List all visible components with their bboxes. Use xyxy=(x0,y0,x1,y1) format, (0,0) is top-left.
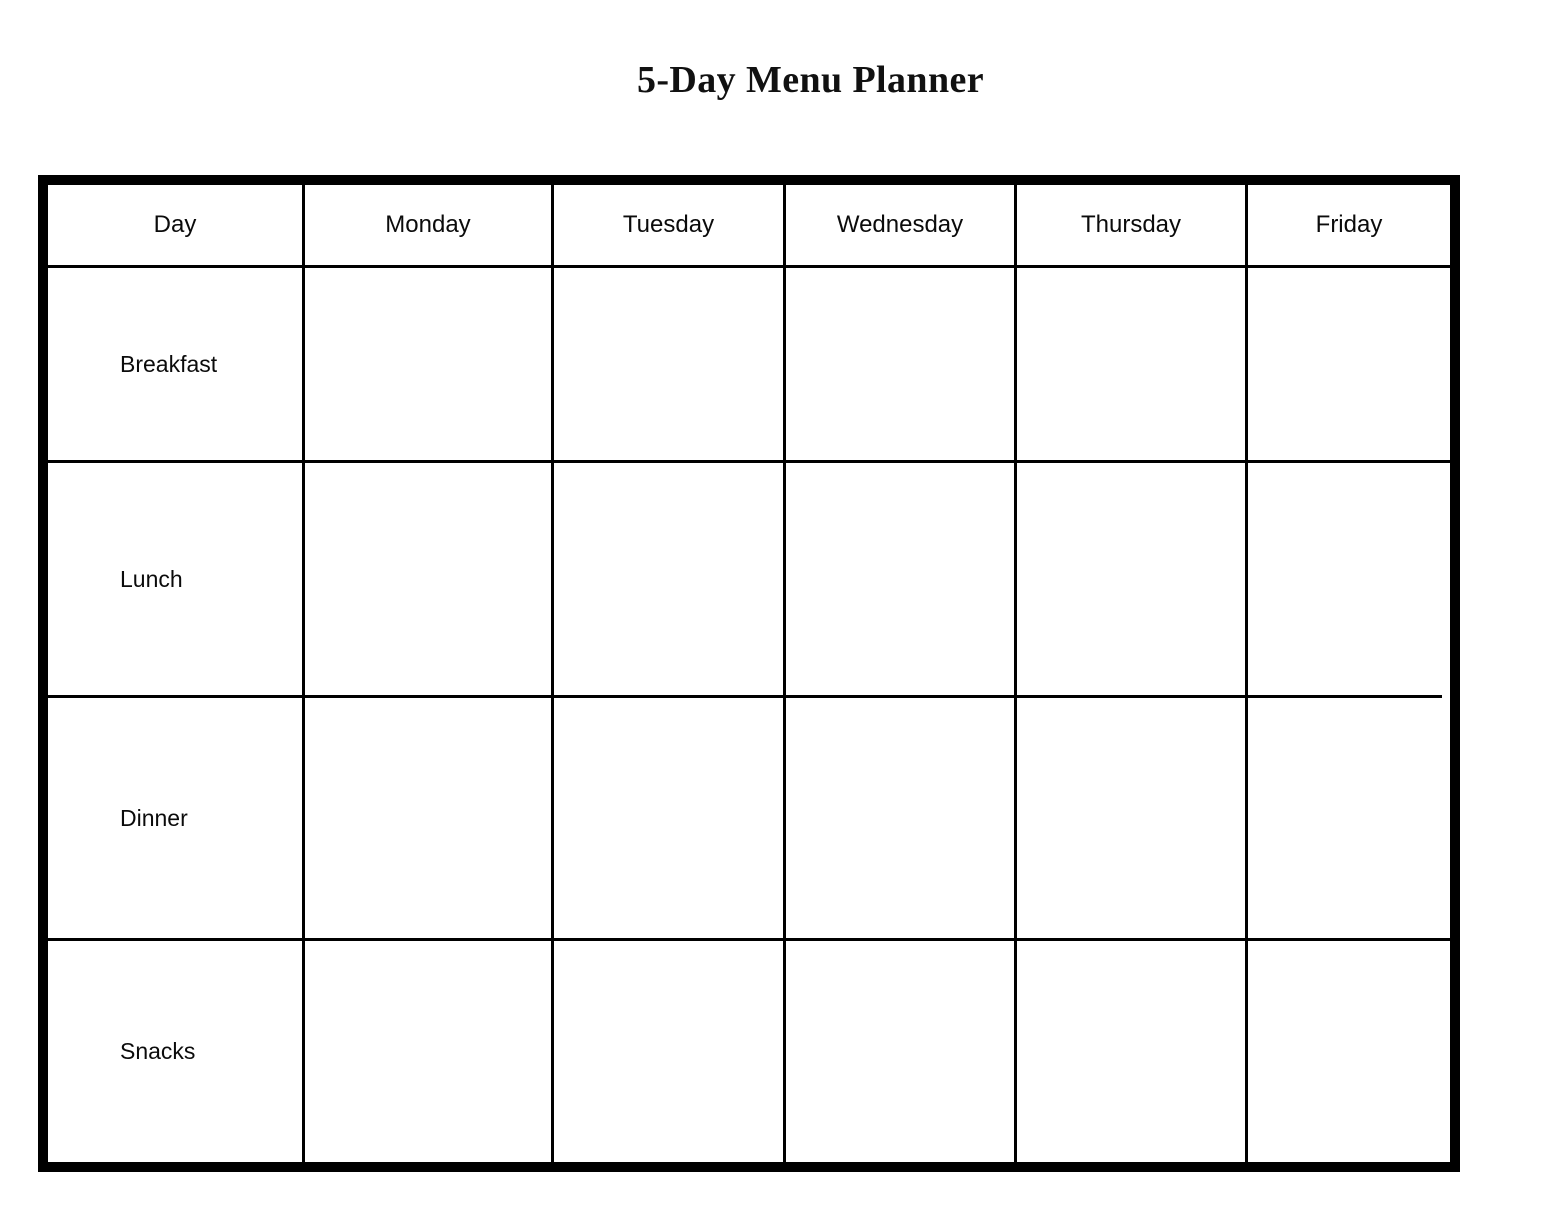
entry-dinner-tuesday[interactable] xyxy=(554,698,783,938)
entry-lunch-thursday[interactable] xyxy=(1017,463,1245,695)
row-label-breakfast: Breakfast xyxy=(120,350,218,377)
entry-lunch-wednesday[interactable] xyxy=(786,463,1014,695)
entry-dinner-thursday[interactable] xyxy=(1017,698,1245,938)
column-header-monday: Monday xyxy=(385,211,471,238)
entry-snacks-friday[interactable] xyxy=(1248,941,1450,1162)
entry-breakfast-monday[interactable] xyxy=(305,268,551,460)
entry-breakfast-thursday[interactable] xyxy=(1017,268,1245,460)
entry-breakfast-wednesday[interactable] xyxy=(786,268,1014,460)
entry-lunch-friday[interactable] xyxy=(1248,463,1450,695)
entry-lunch-tuesday[interactable] xyxy=(554,463,783,695)
table-grid: Day Monday Tuesday Wednesday Thursday Fr… xyxy=(48,185,1450,1162)
column-header-friday: Friday xyxy=(1315,211,1383,238)
entry-dinner-monday[interactable] xyxy=(305,698,551,938)
entry-snacks-wednesday[interactable] xyxy=(786,941,1014,1162)
column-header-thursday: Thursday xyxy=(1080,211,1182,238)
entry-dinner-wednesday[interactable] xyxy=(786,698,1014,938)
row-label-dinner: Dinner xyxy=(120,804,188,831)
row-label-snacks: Snacks xyxy=(120,1038,196,1064)
entry-breakfast-friday[interactable] xyxy=(1248,268,1450,460)
entry-snacks-monday[interactable] xyxy=(305,941,551,1162)
entry-snacks-thursday[interactable] xyxy=(1017,941,1245,1162)
entry-breakfast-tuesday[interactable] xyxy=(554,268,783,460)
entry-lunch-monday[interactable] xyxy=(305,463,551,695)
column-header-tuesday: Tuesday xyxy=(622,211,715,238)
menu-planner-table: Day Monday Tuesday Wednesday Thursday Fr… xyxy=(38,175,1460,1172)
row-label-lunch: Lunch xyxy=(120,565,183,592)
page-title: 5-Day Menu Planner xyxy=(636,59,985,101)
entry-dinner-friday[interactable] xyxy=(1248,698,1450,938)
column-header-day: Day xyxy=(153,211,197,238)
entry-snacks-tuesday[interactable] xyxy=(554,941,783,1162)
column-header-wednesday: Wednesday xyxy=(836,211,964,238)
